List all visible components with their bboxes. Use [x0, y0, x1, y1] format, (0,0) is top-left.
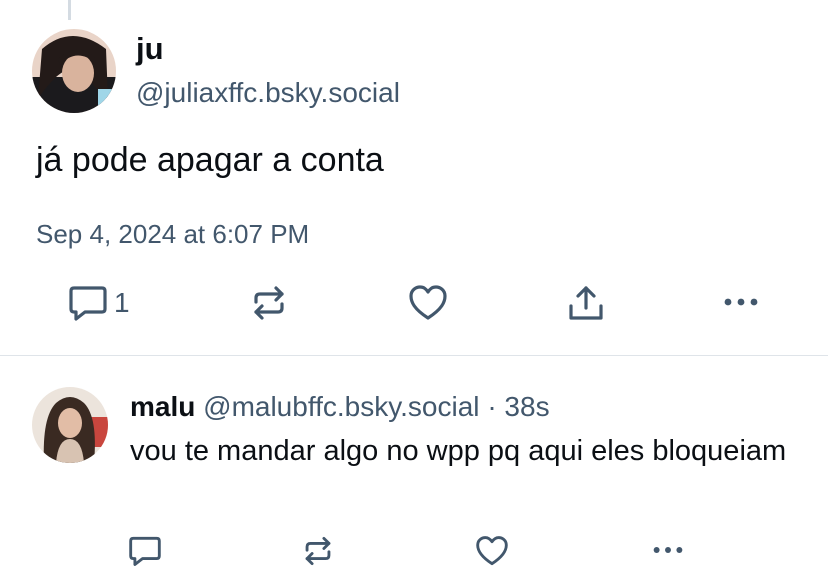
reply-author-handle[interactable]: @malubffc.bsky.social [203, 391, 479, 422]
post-text: já pode apagar a conta [36, 141, 384, 179]
post-author-handle[interactable]: @juliaxffc.bsky.social [136, 75, 400, 111]
reply-reply-button[interactable] [128, 535, 162, 567]
repost-icon [302, 535, 334, 567]
more-icon [722, 294, 760, 310]
reply-author-avatar[interactable] [32, 387, 108, 463]
post-more-button[interactable] [722, 294, 760, 310]
post-timestamp: Sep 4, 2024 at 6:07 PM [36, 219, 310, 249]
reply-count: 1 [114, 287, 130, 318]
like-icon [475, 535, 509, 567]
reply-icon [128, 535, 162, 567]
thread-connector-line [68, 0, 71, 20]
reply-repost-button[interactable] [302, 535, 334, 567]
post-share-button[interactable] [567, 284, 605, 322]
post-author-name[interactable]: ju [136, 30, 164, 68]
post-reply-button[interactable]: 1 [68, 284, 130, 322]
post-repost-button[interactable] [250, 284, 288, 322]
reply-age: 38s [504, 391, 550, 422]
reply-separator: · [487, 391, 497, 422]
post-divider [0, 355, 828, 356]
like-icon [408, 284, 448, 322]
reply-header: malu @malubffc.bsky.social · 38s [130, 389, 550, 425]
reply-author-name[interactable]: malu [130, 391, 195, 422]
reply-icon [68, 284, 108, 322]
reply-like-button[interactable] [475, 535, 509, 567]
post-author-avatar[interactable] [32, 29, 116, 113]
more-icon [650, 543, 686, 557]
share-icon [567, 284, 605, 322]
reply-more-button[interactable] [650, 543, 686, 557]
reply-text: vou te mandar algo no wpp pq aqui eles b… [130, 435, 787, 467]
post-like-button[interactable] [408, 284, 448, 322]
repost-icon [250, 284, 288, 322]
